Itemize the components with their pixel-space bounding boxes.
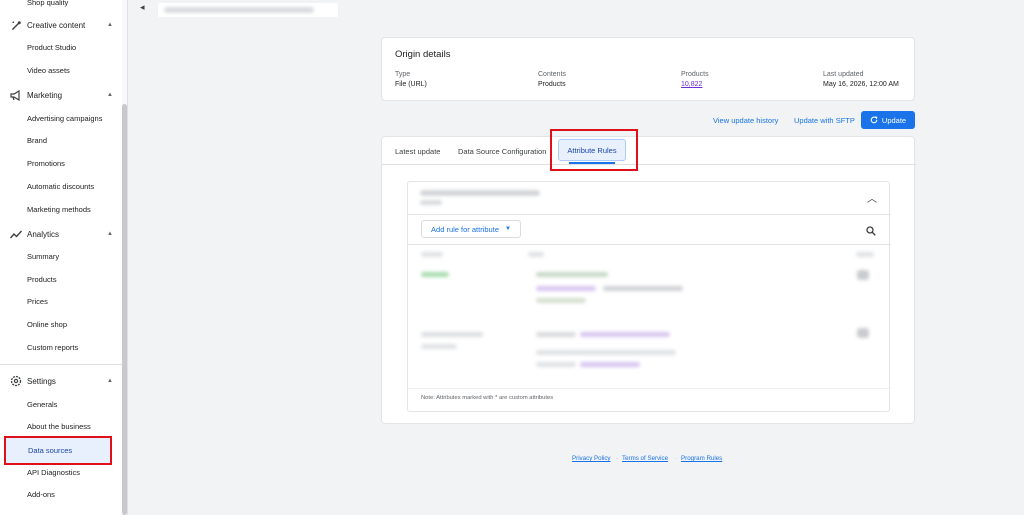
chevron-up-icon[interactable]: ▲ <box>107 92 113 98</box>
redacted-header <box>420 190 540 196</box>
tab-data-source-configuration[interactable]: Data Source Configuration <box>458 147 546 156</box>
sidebar-section-label: Creative content <box>27 20 86 30</box>
search-icon[interactable] <box>866 223 876 241</box>
chevron-up-icon[interactable]: ▲ <box>107 22 113 28</box>
sidebar-item-api-diagnostics[interactable]: API Diagnostics <box>27 466 80 480</box>
data-source-tabs-card: Latest update Data Source Configuration … <box>381 129 916 424</box>
refresh-icon <box>870 116 878 124</box>
sidebar-section-marketing[interactable]: Marketing ▲ <box>0 84 122 106</box>
sidebar-item-prices[interactable]: Prices <box>27 295 48 309</box>
megaphone-icon <box>9 88 23 102</box>
origin-contents-label: Contents <box>538 71 567 78</box>
trending-icon <box>9 227 23 241</box>
sidebar-item-promotions[interactable]: Promotions <box>27 157 65 171</box>
origin-details-card: Origin details Type File (URL) Contents … <box>381 37 915 101</box>
origin-products-label: Products <box>681 71 709 78</box>
view-update-history-link[interactable]: View update history <box>713 116 778 125</box>
origin-updated-label: Last updated <box>823 71 864 78</box>
sidebar-item-video-assets[interactable]: Video assets <box>27 64 70 78</box>
sidebar-item-label: Data sources <box>28 446 73 455</box>
breadcrumb <box>158 3 338 17</box>
footer-separator: · <box>616 455 619 462</box>
sidebar-item-shop-quality[interactable]: Shop quality <box>27 0 68 10</box>
sidebar-item-data-sources[interactable]: Data sources <box>4 436 112 465</box>
tab-latest-update[interactable]: Latest update <box>395 147 440 156</box>
footer-separator: · <box>675 455 678 462</box>
sidebar-section-settings[interactable]: Settings ▲ <box>0 370 122 392</box>
sidebar-item-online-shop[interactable]: Online shop <box>27 318 67 332</box>
sidebar-item-advertising-campaigns[interactable]: Advertising campaigns <box>27 112 102 126</box>
program-rules-link[interactable]: Program Rules <box>681 455 722 462</box>
sidebar-section-label: Analytics <box>27 229 60 239</box>
tab-bar: Latest update Data Source Configuration … <box>382 129 916 171</box>
origin-type-value: File (URL) <box>395 81 427 88</box>
chevron-up-icon[interactable]: ▲ <box>107 378 113 384</box>
origin-type: Type File (URL) <box>395 71 427 88</box>
sidebar-section-creative-content[interactable]: Creative content ▲ <box>0 14 122 36</box>
sidebar-section-label: Marketing <box>27 90 63 100</box>
divider <box>408 214 891 215</box>
custom-attributes-note: Note: Attributes marked with * are custo… <box>421 395 554 401</box>
sidebar-item-add-ons[interactable]: Add-ons <box>27 488 55 502</box>
sidebar-item-products[interactable]: Products <box>27 273 57 287</box>
add-rule-label: Add rule for attribute <box>431 224 499 234</box>
add-rule-for-attribute-button[interactable]: Add rule for attribute ▼ <box>421 220 521 238</box>
attribute-rules-panel: ︿ Add rule for attribute ▼ Note: Attribu… <box>407 181 891 412</box>
origin-products-link[interactable]: 10,822 <box>681 81 709 88</box>
chevron-up-icon[interactable]: ︿ <box>867 190 877 205</box>
origin-updated-value: May 16, 2026, 12:00 AM <box>823 81 899 88</box>
origin-type-label: Type <box>395 71 411 78</box>
sidebar: Shop quality Creative content ▲ Product … <box>0 0 128 515</box>
top-bar: ◂ <box>128 0 1024 22</box>
caret-down-icon: ▼ <box>505 226 511 232</box>
divider <box>408 244 891 245</box>
sidebar-scrollbar-thumb[interactable] <box>122 104 127 515</box>
sidebar-item-about-business[interactable]: About the business <box>27 420 91 434</box>
back-arrow-icon[interactable]: ◂ <box>140 2 145 13</box>
update-with-sftp-link[interactable]: Update with SFTP <box>794 116 855 125</box>
sidebar-item-summary[interactable]: Summary <box>27 250 59 264</box>
gear-icon <box>9 374 23 388</box>
highlight-box <box>550 129 638 171</box>
origin-contents: Contents Products <box>538 71 566 88</box>
terms-of-service-link[interactable]: Terms of Service <box>622 455 668 462</box>
sidebar-item-generals[interactable]: Generals <box>27 398 57 412</box>
sidebar-section-label: Settings <box>27 376 56 386</box>
origin-products: Products 10,822 <box>681 71 709 88</box>
sidebar-item-product-studio[interactable]: Product Studio <box>27 41 76 55</box>
origin-details-title: Origin details <box>395 49 451 60</box>
divider <box>408 388 891 389</box>
origin-contents-value: Products <box>538 81 566 88</box>
sidebar-item-automatic-discounts[interactable]: Automatic discounts <box>27 180 94 194</box>
sidebar-item-marketing-methods[interactable]: Marketing methods <box>27 203 91 217</box>
redacted-subheader <box>420 200 442 205</box>
sidebar-item-custom-reports[interactable]: Custom reports <box>27 341 78 355</box>
sidebar-item-brand[interactable]: Brand <box>27 134 47 148</box>
brush-icon <box>9 18 23 32</box>
update-button-label: Update <box>881 115 907 125</box>
update-button[interactable]: Update <box>861 111 915 129</box>
origin-last-updated: Last updated May 16, 2026, 12:00 AM <box>823 71 899 88</box>
sidebar-divider <box>0 364 122 365</box>
chevron-up-icon[interactable]: ▲ <box>107 231 113 237</box>
privacy-policy-link[interactable]: Privacy Policy <box>572 455 611 462</box>
sidebar-section-analytics[interactable]: Analytics ▲ <box>0 223 122 245</box>
